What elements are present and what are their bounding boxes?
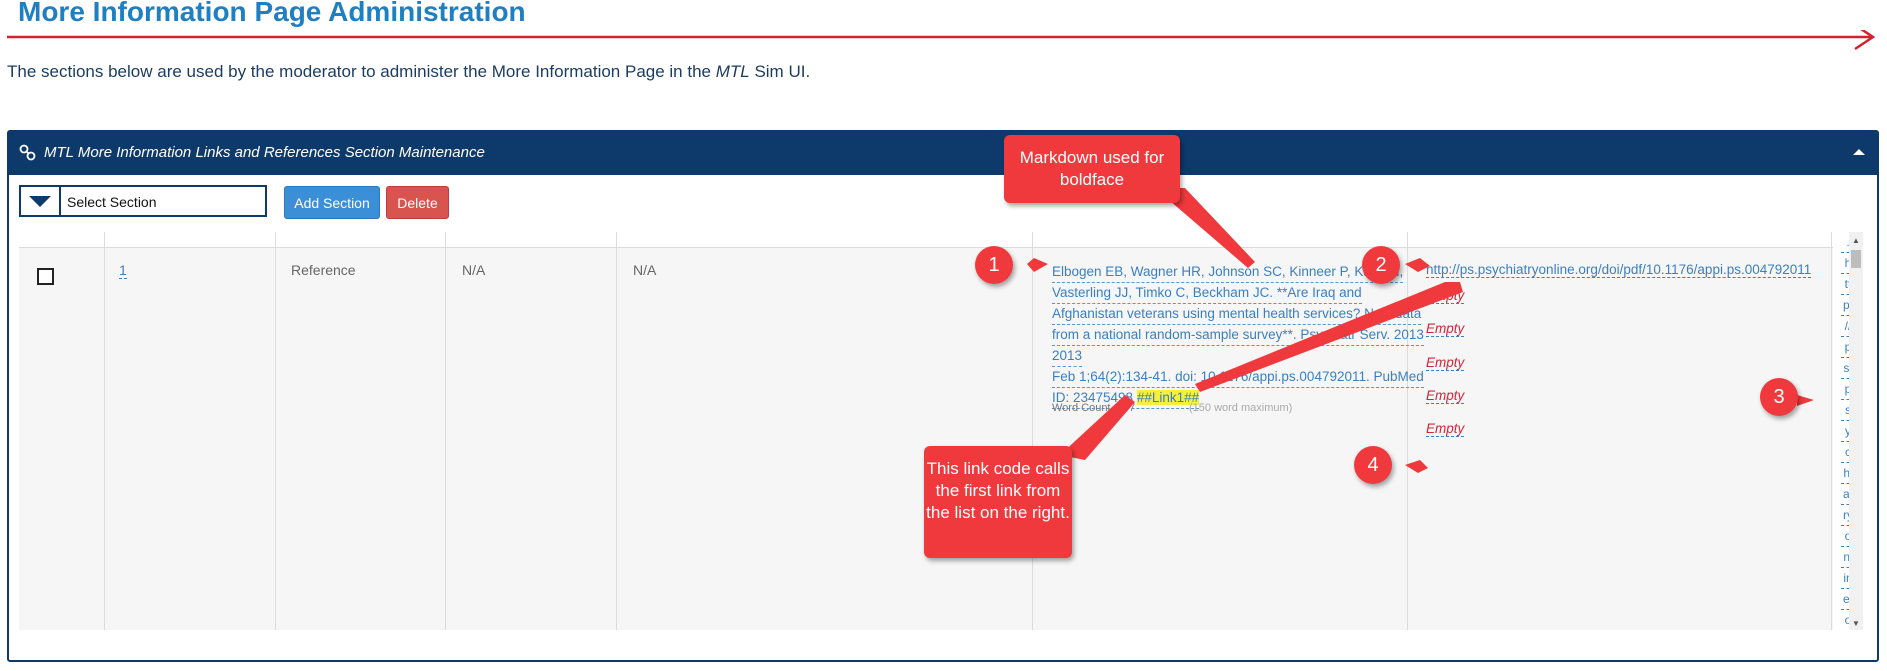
badge-4: 4	[1354, 446, 1398, 490]
links-references-panel: MTL More Information Links and Reference…	[7, 130, 1879, 662]
add-section-button[interactable]: Add Section	[284, 186, 380, 219]
sections-grid: 1 Reference N/A N/A Elbogen EB, Wagner H…	[19, 232, 1851, 630]
column-divider	[104, 232, 105, 630]
col3-cell: N/A	[462, 262, 486, 278]
scroll-up-icon[interactable]: ▲	[1852, 236, 1860, 245]
row-number-link[interactable]: 1	[119, 262, 127, 279]
word-maximum: (150 word maximum)	[1189, 402, 1293, 414]
reference-line[interactable]: from a national random-sample survey**. …	[1052, 325, 1424, 346]
scrollbar-thumb[interactable]	[1851, 250, 1861, 268]
word-count: Word Count = 47	[1052, 402, 1136, 414]
chevron-up-icon[interactable]	[1851, 145, 1867, 159]
reference-line[interactable]: Elbogen EB, Wagner HR, Johnson SC, Kinne…	[1052, 262, 1404, 283]
title-arrow-rule	[7, 30, 1876, 51]
caret-down-icon	[29, 196, 51, 207]
link-empty-4[interactable]: Empty	[1426, 355, 1465, 371]
callout-link-code: This link code calls the first link from…	[924, 446, 1072, 558]
badge-1: 1	[975, 246, 1019, 290]
dropdown-toggle[interactable]	[21, 187, 61, 215]
column-divider	[1032, 232, 1033, 630]
column-divider	[1831, 232, 1832, 630]
delete-button[interactable]: Delete	[386, 186, 449, 219]
column-divider	[445, 232, 446, 630]
callout-markdown: Markdown used for boldface	[1004, 135, 1180, 203]
reference-line[interactable]: Feb 1;64(2):134-41. doi: 10.1176/appi.ps…	[1052, 367, 1424, 388]
panel-title: MTL More Information Links and Reference…	[44, 144, 485, 161]
intro-text: The sections below are used by the moder…	[7, 62, 811, 81]
link-empty-2[interactable]: Empty	[1426, 288, 1465, 304]
badge-3: 3	[1760, 378, 1804, 422]
vertical-scrollbar[interactable]: ▲ ▼	[1849, 232, 1863, 630]
link-empty-5[interactable]: Empty	[1426, 388, 1465, 404]
row-checkbox[interactable]	[37, 268, 54, 285]
link-url-1[interactable]: http://ps.psychiatryonline.org/doi/pdf/1…	[1426, 262, 1812, 278]
section-select[interactable]: Select Section	[19, 185, 267, 217]
scroll-down-icon[interactable]: ▼	[1852, 619, 1860, 628]
column-divider	[616, 232, 617, 630]
table-row	[19, 248, 1833, 630]
link-empty-3[interactable]: Empty	[1426, 321, 1465, 337]
link-empty-6[interactable]: Empty	[1426, 421, 1465, 437]
select-label: Select Section	[67, 194, 157, 210]
link-icon	[19, 144, 36, 161]
reference-line[interactable]: Afghanistan veterans using mental health…	[1052, 304, 1422, 325]
intro-emphasis: MTL	[715, 62, 750, 81]
reference-line[interactable]: 2013	[1052, 346, 1083, 367]
type-cell: Reference	[291, 262, 356, 278]
column-divider	[275, 232, 276, 630]
grid-header-divider	[19, 247, 1833, 248]
badge-2: 2	[1362, 246, 1406, 290]
panel-header[interactable]: MTL More Information Links and Reference…	[9, 132, 1877, 175]
reference-line[interactable]: Vasterling JJ, Timko C, Beckham JC. **Ar…	[1052, 283, 1362, 304]
reference-text[interactable]: Elbogen EB, Wagner HR, Johnson SC, Kinne…	[1052, 262, 1424, 409]
col4-cell: N/A	[633, 262, 657, 278]
row-number[interactable]: 1	[119, 262, 127, 279]
page-title: More Information Page Administration	[18, 0, 526, 27]
